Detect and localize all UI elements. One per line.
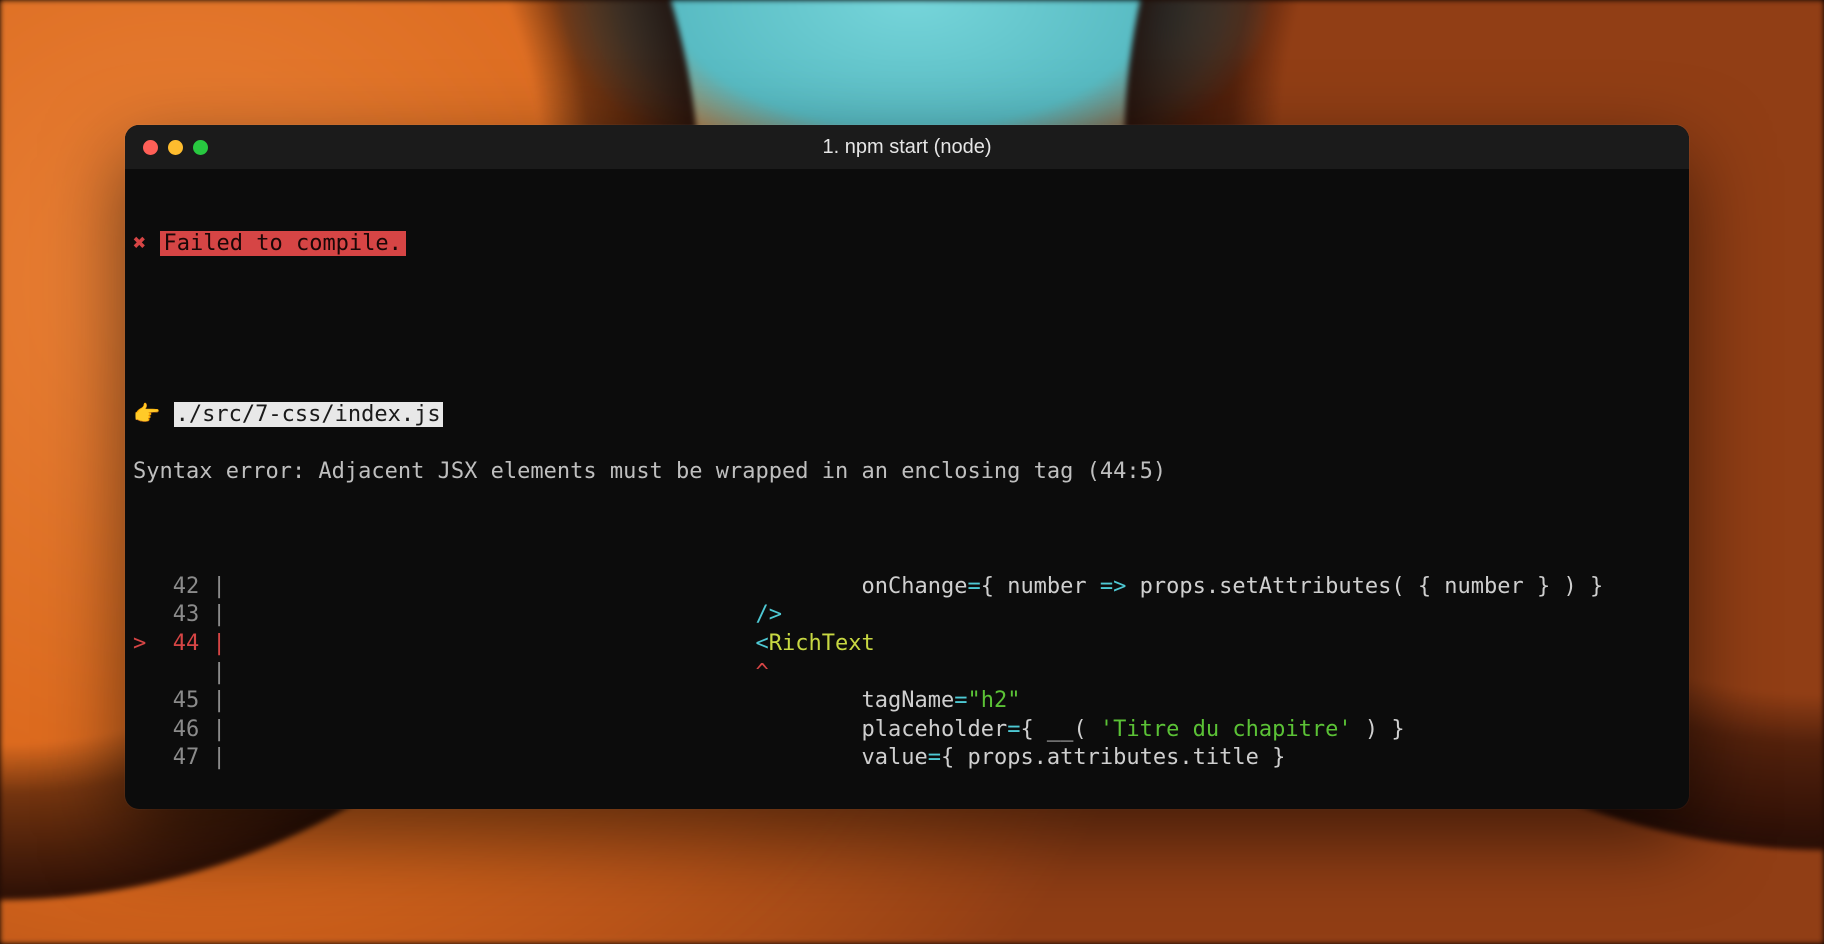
code-segment: { __( (1020, 717, 1099, 742)
window-title: 1. npm start (node) (125, 136, 1689, 159)
code-segment: ) } (1352, 717, 1405, 742)
code-segment: onChange (239, 574, 967, 599)
code-segment (239, 631, 756, 656)
code-gutter: | (133, 660, 239, 685)
code-line: 46 | placeholder={ __( 'Titre du chapitr… (133, 716, 1681, 745)
error-banner: Failed to compile. (160, 231, 406, 256)
window-minimize-button[interactable] (168, 140, 183, 155)
code-gutter: 42 | (133, 574, 239, 599)
code-segment: props.setAttributes( { number } ) } (1126, 574, 1603, 599)
code-gutter: 43 | (133, 602, 239, 627)
code-segment: /> (756, 602, 783, 627)
code-segment: = (954, 688, 967, 713)
code-line: 42 | onChange={ number => props.setAttri… (133, 573, 1681, 602)
window-traffic-lights (125, 140, 208, 155)
code-segment: = (928, 745, 941, 770)
terminal-output[interactable]: ✖ Failed to compile. 👉 ./src/7-css/index… (125, 169, 1689, 809)
code-line: 45 | tagName="h2" (133, 687, 1681, 716)
code-segment: tagName (239, 688, 954, 713)
code-line: | ^ (133, 659, 1681, 688)
code-line: 43 | /> (133, 601, 1681, 630)
code-segment: => (1100, 574, 1127, 599)
error-file-path: ./src/7-css/index.js (174, 402, 443, 427)
code-line: > 44 | <RichText (133, 630, 1681, 659)
code-segment (239, 602, 756, 627)
code-gutter: > 44 | (133, 631, 239, 656)
error-x-icon: ✖ (133, 231, 146, 256)
code-line: 47 | value={ props.attributes.title } (133, 744, 1681, 773)
code-segment: value (239, 745, 928, 770)
code-segment: placeholder (239, 717, 1007, 742)
code-gutter: 46 | (133, 717, 239, 742)
window-zoom-button[interactable] (193, 140, 208, 155)
code-segment: < (756, 631, 769, 656)
code-gutter: 45 | (133, 688, 239, 713)
code-segment: "h2" (967, 688, 1020, 713)
window-close-button[interactable] (143, 140, 158, 155)
terminal-window: 1. npm start (node) ✖ Failed to compile.… (125, 125, 1689, 809)
code-segment: { number (981, 574, 1100, 599)
code-segment: = (1007, 717, 1020, 742)
titlebar: 1. npm start (node) (125, 125, 1689, 169)
code-segment (239, 660, 756, 685)
code-segment: 'Titre du chapitre' (1100, 717, 1352, 742)
code-gutter: 47 | (133, 745, 239, 770)
code-segment: ^ (756, 660, 769, 685)
pointer-emoji-icon: 👉 (133, 402, 160, 427)
code-segment: = (967, 574, 980, 599)
code-segment: RichText (769, 631, 875, 656)
error-message: Syntax error: Adjacent JSX elements must… (133, 458, 1681, 487)
code-segment: { props.attributes.title } (941, 745, 1285, 770)
